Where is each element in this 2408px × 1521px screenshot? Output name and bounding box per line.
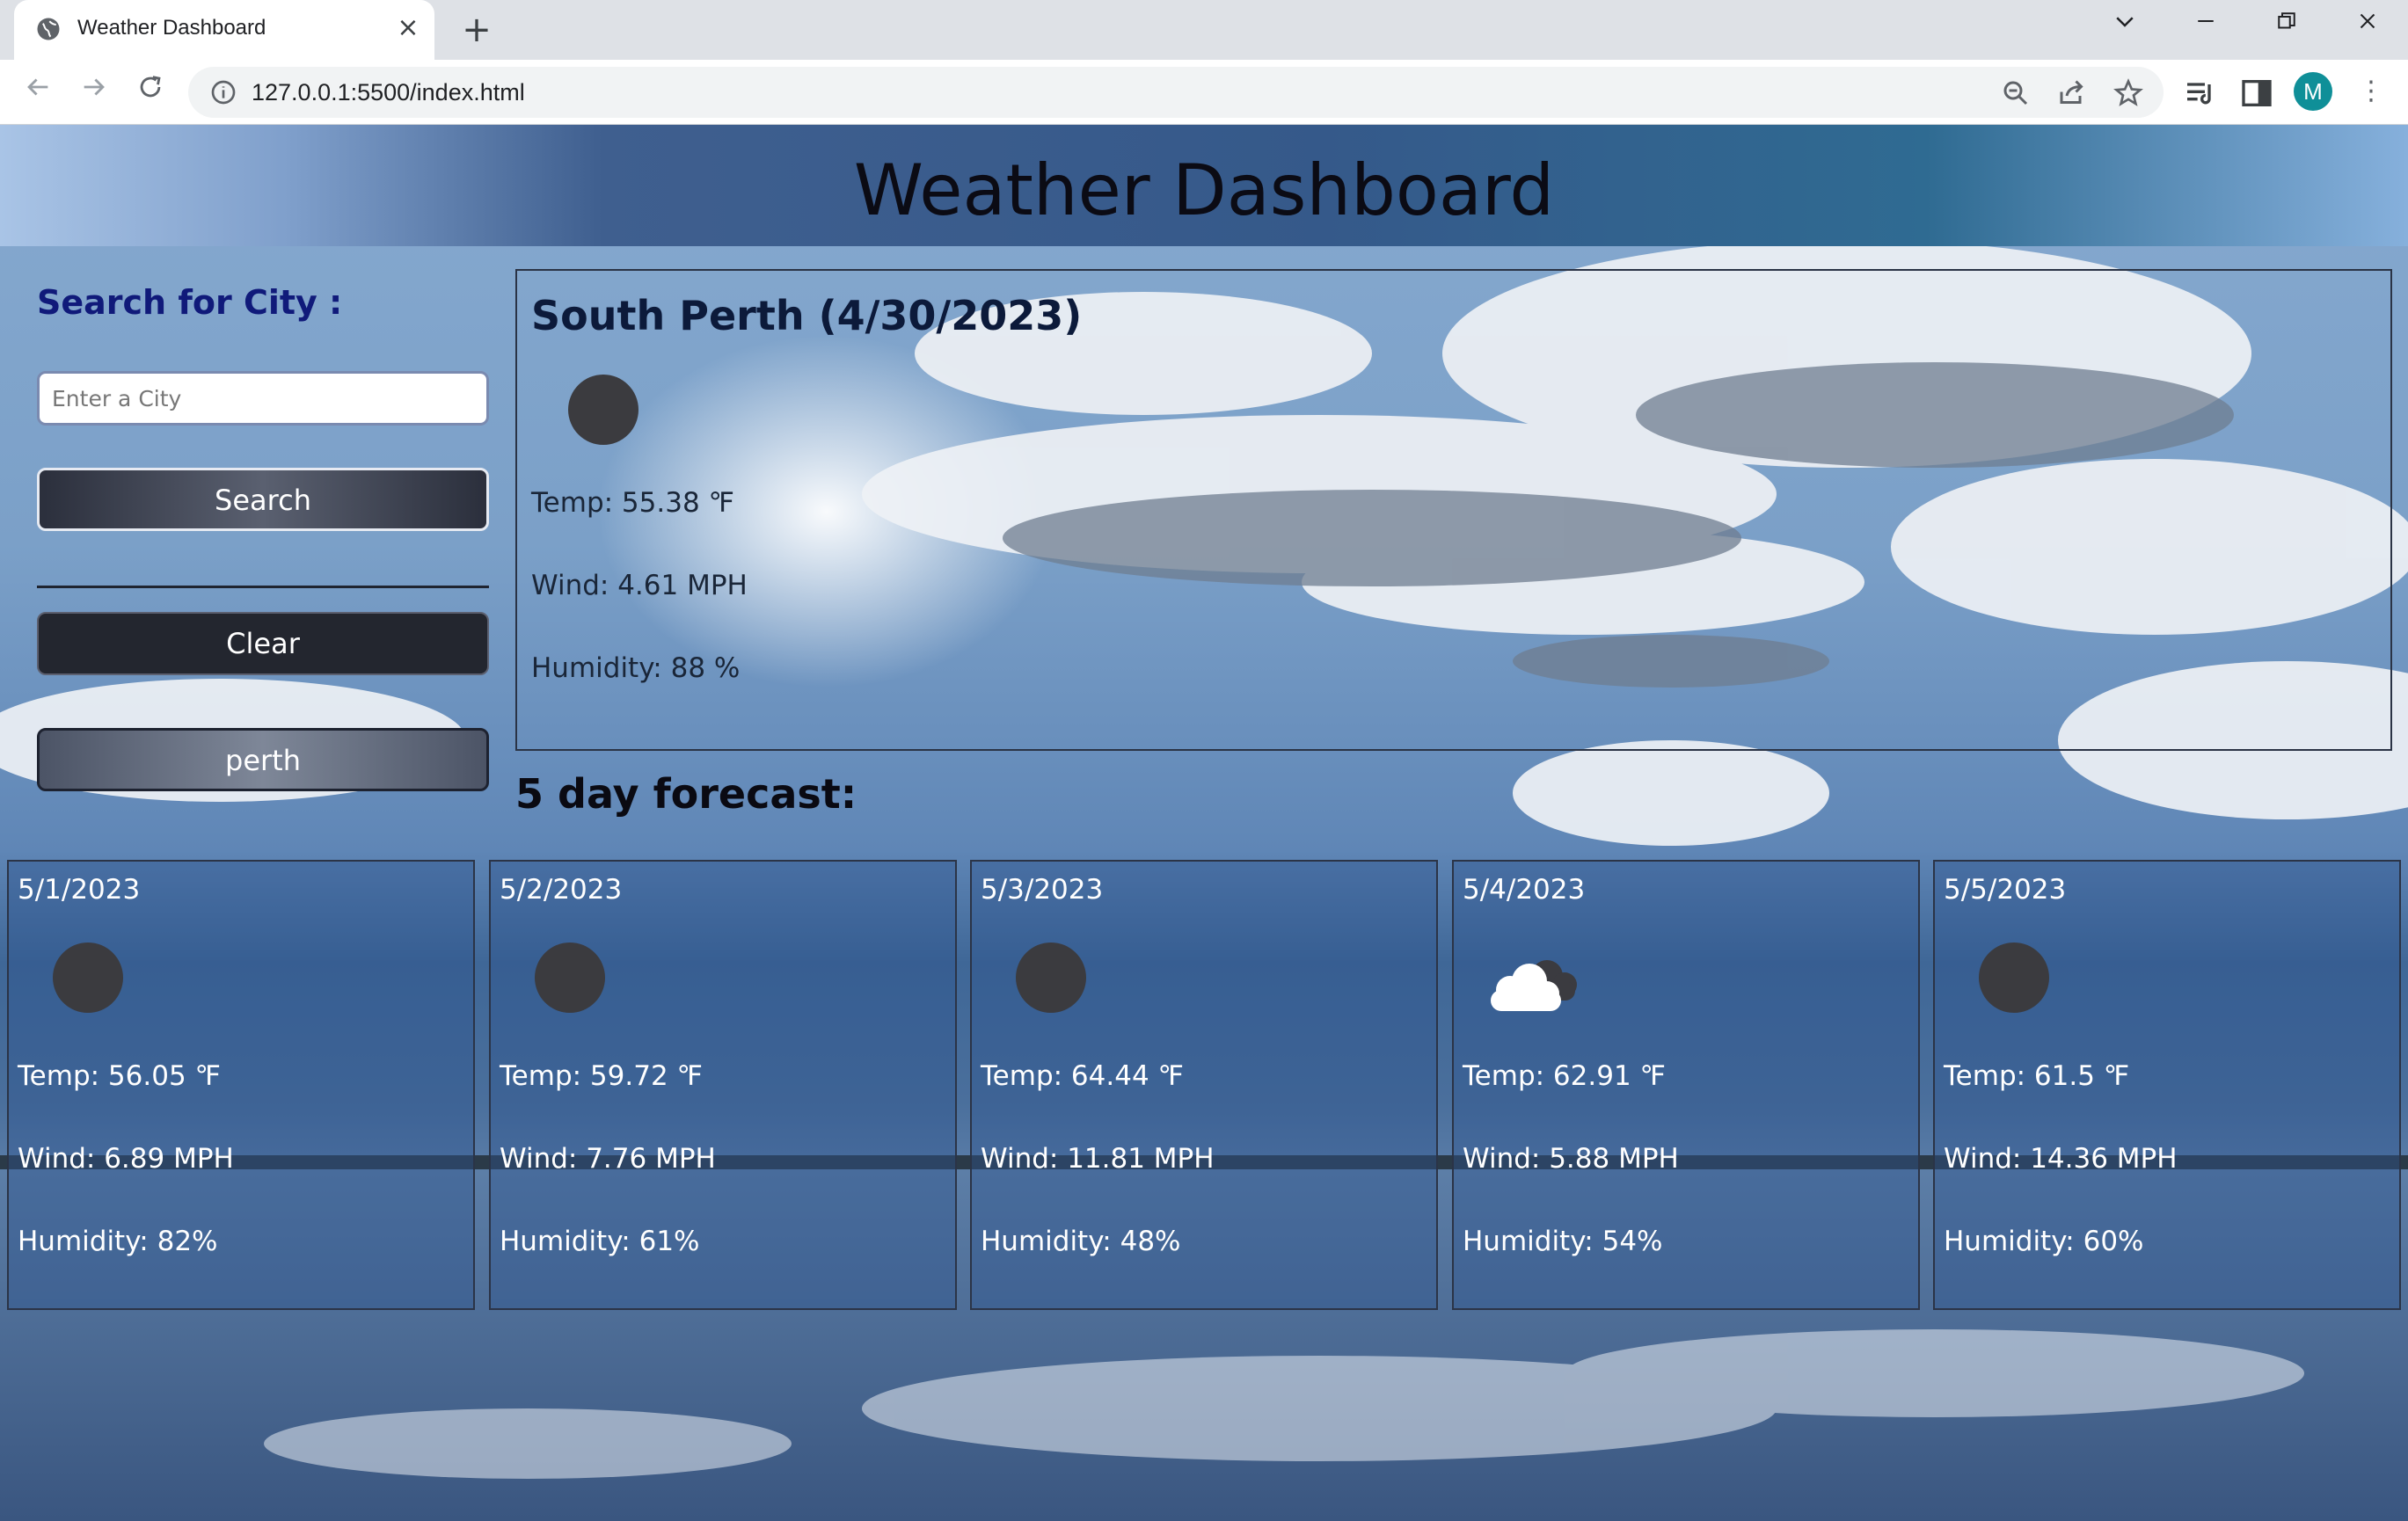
search-button[interactable]: Search	[37, 468, 489, 531]
forecast-wind: Wind: 14.36 MPH	[1944, 1143, 2178, 1175]
back-button[interactable]	[18, 72, 58, 113]
side-panel-icon[interactable]	[2239, 76, 2274, 111]
profile-avatar[interactable]: M	[2294, 72, 2332, 111]
current-weather-panel: South Perth (4/30/2023) Temp: 55.38 ℉ Wi…	[515, 269, 2392, 751]
weather-circle-icon	[535, 942, 605, 1013]
close-tab-icon[interactable]: ×	[392, 12, 424, 44]
current-city-title: South Perth (4/30/2023)	[531, 292, 1083, 339]
city-search-input[interactable]	[37, 371, 489, 426]
forecast-temp: Temp: 59.72 ℉	[500, 1060, 704, 1092]
sidebar-divider	[37, 586, 489, 588]
minimize-button[interactable]	[2179, 7, 2232, 46]
forecast-temp: Temp: 64.44 ℉	[981, 1060, 1185, 1092]
more-menu-icon[interactable]: ⋮	[2355, 72, 2387, 111]
reading-list-icon[interactable]	[2183, 76, 2218, 111]
forecast-humidity: Humidity: 60%	[1944, 1226, 2144, 1257]
forecast-wind: Wind: 11.81 MPH	[981, 1143, 1215, 1175]
close-window-button[interactable]	[2341, 7, 2394, 46]
forecast-card: 5/4/2023 Temp: 62.91 ℉ Wind: 5.88 MPH Hu…	[1452, 860, 1920, 1310]
zoom-icon[interactable]	[2000, 77, 2032, 109]
cloud-icon	[1491, 960, 1577, 1011]
forecast-humidity: Humidity: 82%	[18, 1226, 218, 1257]
forecast-wind: Wind: 7.76 MPH	[500, 1143, 716, 1175]
forecast-card: 5/1/2023 Temp: 56.05 ℉ Wind: 6.89 MPH Hu…	[7, 860, 475, 1310]
reload-button[interactable]	[130, 72, 171, 113]
forecast-wind: Wind: 6.89 MPH	[18, 1143, 234, 1175]
address-bar[interactable]: 127.0.0.1:5500/index.html	[188, 67, 2164, 118]
new-tab-button[interactable]: +	[457, 11, 496, 49]
browser-toolbar: 127.0.0.1:5500/index.html	[0, 60, 2408, 125]
forecast-temp: Temp: 56.05 ℉	[18, 1060, 222, 1092]
forecast-card: 5/3/2023 Temp: 64.44 ℉ Wind: 11.81 MPH H…	[970, 860, 1438, 1310]
forecast-card: 5/5/2023 Temp: 61.5 ℉ Wind: 14.36 MPH Hu…	[1933, 860, 2401, 1310]
forecast-humidity: Humidity: 61%	[500, 1226, 700, 1257]
tab-strip: Weather Dashboard × +	[0, 0, 2408, 60]
info-icon[interactable]	[209, 78, 237, 106]
share-icon[interactable]	[2056, 77, 2088, 109]
forecast-humidity: Humidity: 54%	[1463, 1226, 1663, 1257]
bookmark-star-icon[interactable]	[2112, 77, 2144, 109]
current-wind: Wind: 4.61 MPH	[531, 570, 748, 601]
forecast-heading: 5 day forecast:	[515, 770, 857, 818]
browser-tab[interactable]: Weather Dashboard ×	[14, 0, 434, 60]
forecast-temp: Temp: 62.91 ℉	[1463, 1060, 1667, 1092]
search-heading: Search for City :	[37, 283, 343, 322]
current-humidity: Humidity: 88 %	[531, 652, 741, 684]
restore-button[interactable]	[2260, 7, 2313, 46]
current-temp: Temp: 55.38 ℉	[531, 487, 735, 519]
url-text: 127.0.0.1:5500/index.html	[252, 79, 525, 106]
globe-icon	[37, 18, 60, 40]
forecast-humidity: Humidity: 48%	[981, 1226, 1181, 1257]
clear-button[interactable]: Clear	[37, 612, 489, 675]
page-header: Weather Dashboard	[0, 125, 2408, 246]
weather-circle-icon	[568, 375, 638, 445]
history-city-button[interactable]: perth	[37, 728, 489, 791]
forecast-date: 5/3/2023	[981, 874, 1104, 906]
page-viewport: Weather Dashboard Search for City : Sear…	[0, 125, 2408, 1521]
forecast-wind: Wind: 5.88 MPH	[1463, 1143, 1679, 1175]
forecast-date: 5/4/2023	[1463, 874, 1586, 906]
tab-title: Weather Dashboard	[77, 16, 266, 40]
forecast-card: 5/2/2023 Temp: 59.72 ℉ Wind: 7.76 MPH Hu…	[489, 860, 957, 1310]
forward-button[interactable]	[74, 72, 114, 113]
forecast-date: 5/5/2023	[1944, 874, 2067, 906]
weather-circle-icon	[1016, 942, 1086, 1013]
page-title: Weather Dashboard	[853, 149, 1555, 231]
forecast-temp: Temp: 61.5 ℉	[1944, 1060, 2130, 1092]
weather-circle-icon	[53, 942, 123, 1013]
forecast-date: 5/1/2023	[18, 874, 141, 906]
tab-search-icon[interactable]	[2098, 7, 2151, 46]
weather-circle-icon	[1979, 942, 2049, 1013]
forecast-date: 5/2/2023	[500, 874, 623, 906]
